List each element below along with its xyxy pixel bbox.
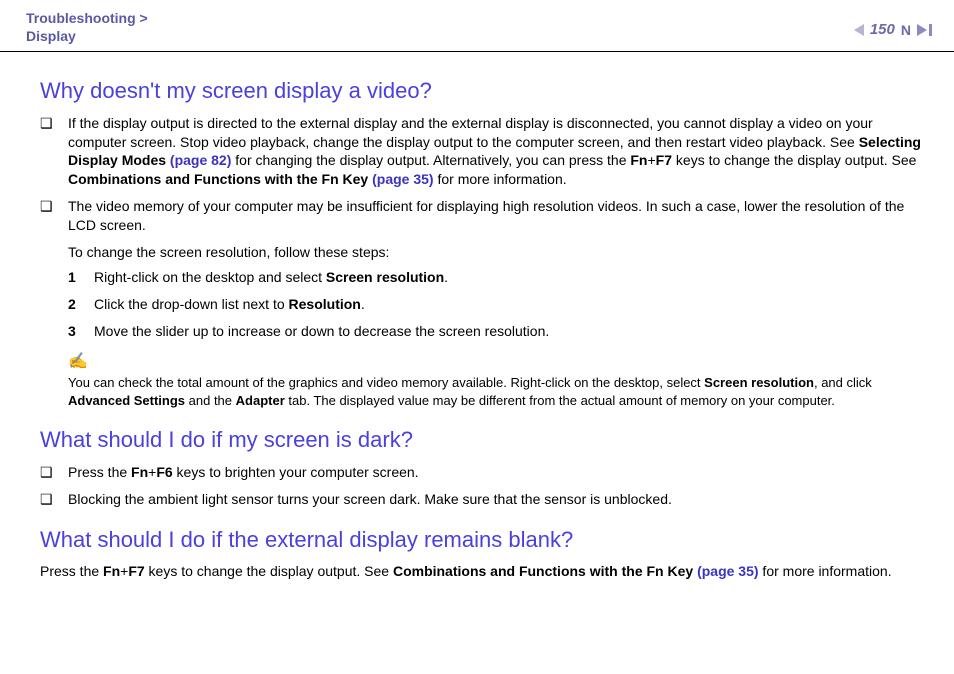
list-video: ❑ If the display output is directed to t… [40, 114, 932, 410]
step-number: 1 [68, 268, 94, 287]
breadcrumb-section: Troubleshooting > [26, 10, 148, 28]
heading-video: Why doesn't my screen display a video? [40, 76, 932, 106]
step-text: Click the drop-down list next to Resolut… [94, 295, 932, 314]
note-icon: ✍ [68, 351, 932, 373]
breadcrumb: Troubleshooting > Display [26, 10, 148, 45]
step-number: 3 [68, 322, 94, 341]
list-item: ❑ Blocking the ambient light sensor turn… [40, 490, 932, 509]
page-n: N [901, 21, 911, 40]
paragraph-external: Press the Fn+F7 keys to change the displ… [40, 562, 932, 581]
bullet-icon: ❑ [40, 490, 68, 509]
page-ref-link[interactable]: (page 35) [697, 563, 758, 579]
next-page-icon[interactable] [917, 24, 927, 36]
list-dark: ❑ Press the Fn+F6 keys to brighten your … [40, 463, 932, 509]
list-item: ❑ Press the Fn+F6 keys to brighten your … [40, 463, 932, 482]
breadcrumb-page: Display [26, 28, 148, 46]
bullet-icon: ❑ [40, 114, 68, 190]
ordered-steps: 1 Right-click on the desktop and select … [68, 268, 932, 341]
note-text: You can check the total amount of the gr… [68, 374, 932, 409]
page-number: 150 [870, 20, 895, 40]
list-item: 3 Move the slider up to increase or down… [68, 322, 932, 341]
step-text: Move the slider up to increase or down t… [94, 322, 932, 341]
list-item: ❑ If the display output is directed to t… [40, 114, 932, 190]
bullet-icon: ❑ [40, 197, 68, 235]
list-item: ❑ The video memory of your computer may … [40, 197, 932, 235]
page-content: Why doesn't my screen display a video? ❑… [0, 52, 954, 599]
step-number: 2 [68, 295, 94, 314]
heading-external: What should I do if the external display… [40, 525, 932, 555]
list-text: Blocking the ambient light sensor turns … [68, 490, 932, 509]
list-text: Press the Fn+F6 keys to brighten your co… [68, 463, 932, 482]
page-header: Troubleshooting > Display 150 N [0, 0, 954, 52]
prev-page-icon[interactable] [854, 24, 864, 36]
list-item: 1 Right-click on the desktop and select … [68, 268, 932, 287]
list-text: The video memory of your computer may be… [68, 197, 932, 235]
page-ref-link[interactable]: (page 82) [170, 152, 231, 168]
bullet-icon: ❑ [40, 463, 68, 482]
list-item: 2 Click the drop-down list next to Resol… [68, 295, 932, 314]
next-page-bar-icon[interactable] [929, 24, 932, 36]
sub-intro: To change the screen resolution, follow … [68, 243, 932, 262]
list-text: If the display output is directed to the… [68, 114, 932, 190]
step-text: Right-click on the desktop and select Sc… [94, 268, 932, 287]
heading-dark: What should I do if my screen is dark? [40, 425, 932, 455]
page-ref-link[interactable]: (page 35) [372, 171, 433, 187]
pager: 150 N [854, 10, 932, 40]
